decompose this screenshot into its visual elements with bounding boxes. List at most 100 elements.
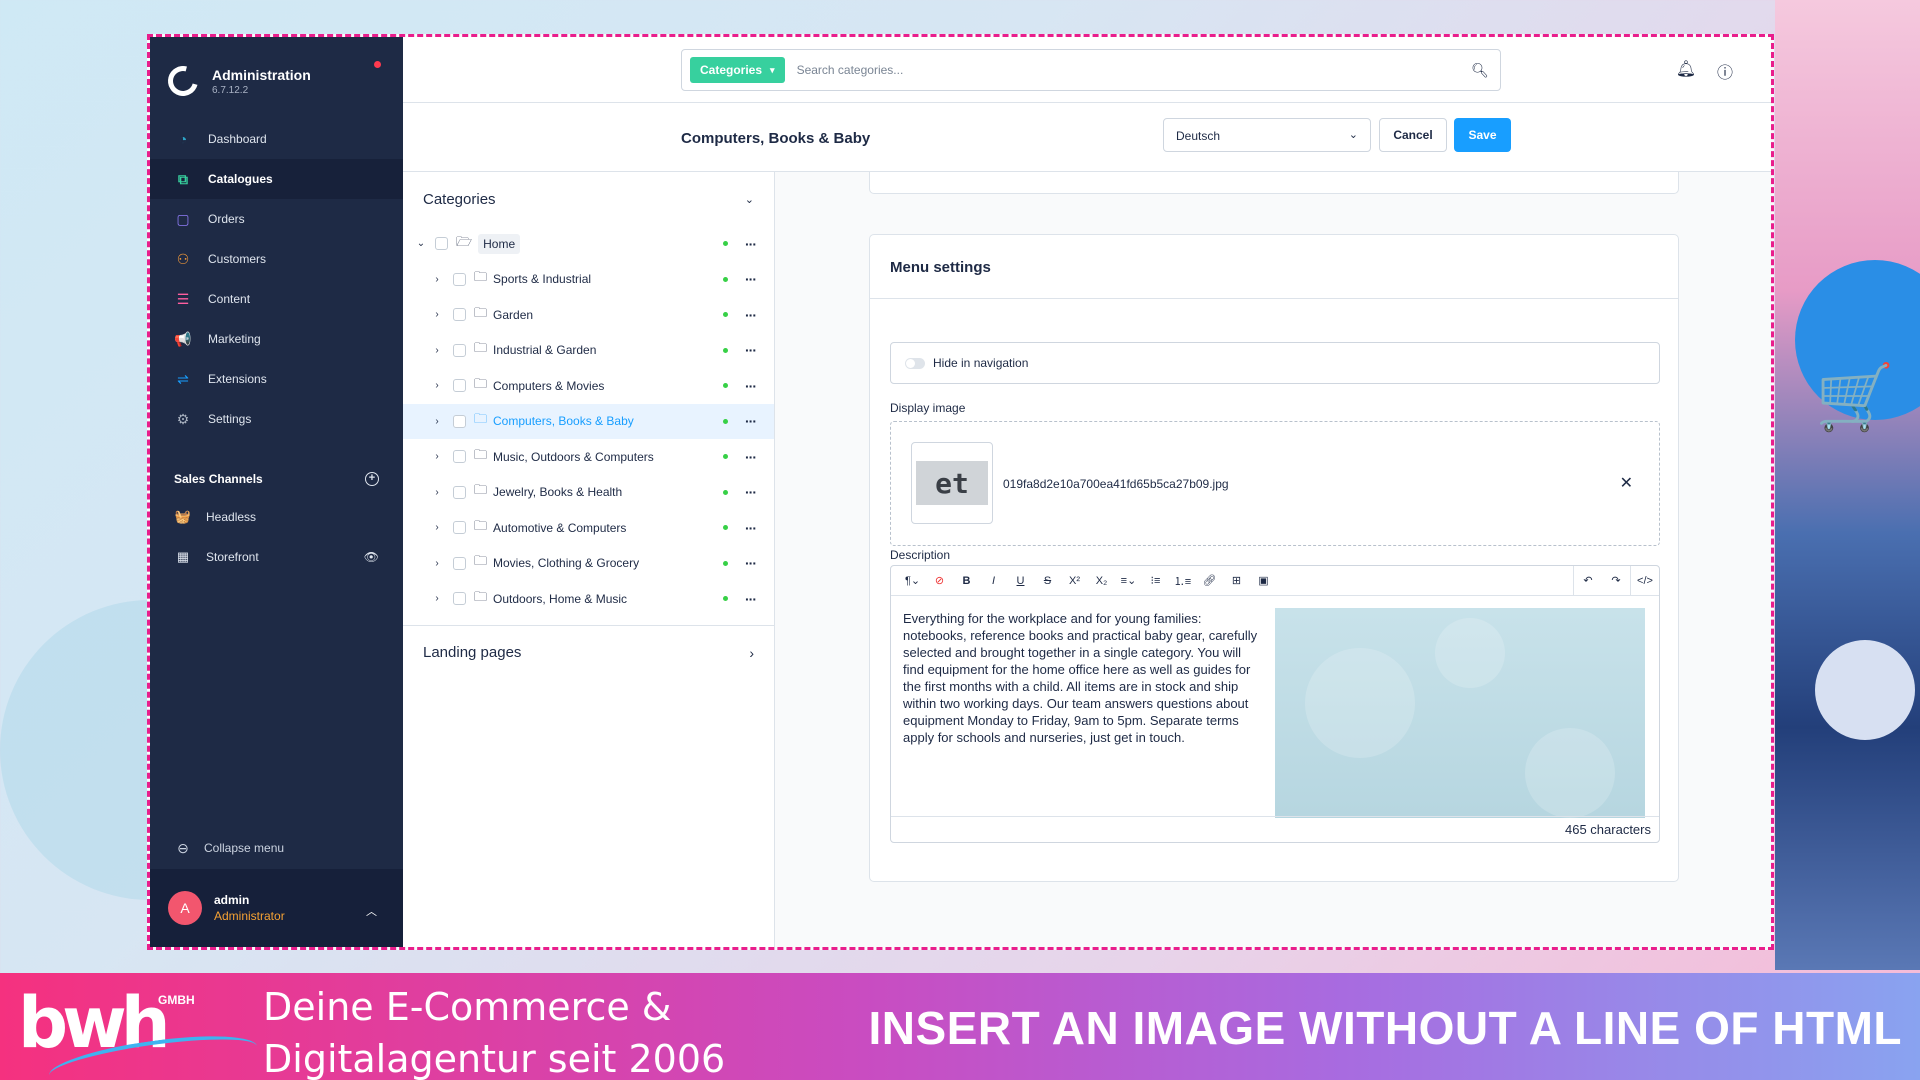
tree-row[interactable]: › 🗀 Industrial & Garden ··· — [403, 333, 774, 369]
nav-item-dashboard[interactable]: ◔ Dashboard — [150, 119, 403, 159]
chevron-right-icon[interactable]: › — [431, 593, 443, 604]
tree-row[interactable]: › 🗀 Jewelry, Books & Health ··· — [403, 475, 774, 511]
more-icon[interactable]: ··· — [745, 449, 757, 465]
chevron-down-icon[interactable]: ⌄ — [415, 238, 427, 249]
chevron-right-icon[interactable]: › — [431, 487, 443, 498]
top-bar: Categories ▾ 🔍︎ 🔔︎ ⓘ — [403, 37, 1771, 103]
more-icon[interactable]: ··· — [745, 484, 757, 500]
redo-icon[interactable]: ↷ — [1602, 574, 1630, 587]
chevron-right-icon[interactable]: › — [431, 380, 443, 391]
undo-icon[interactable]: ↶ — [1574, 574, 1602, 587]
extensions-icon: ⇌ — [177, 370, 189, 387]
display-image-upload[interactable]: et 019fa8d2e10a700ea41fd65b5ca27b09.jpg … — [890, 421, 1660, 546]
tree-row[interactable]: › 🗀 Movies, Clothing & Grocery ··· — [403, 546, 774, 582]
tree-checkbox[interactable] — [453, 414, 466, 428]
categories-heading[interactable]: Categories ⌄ — [403, 172, 774, 226]
help-icon[interactable]: ⓘ — [1717, 59, 1733, 83]
bell-icon[interactable]: 🔔︎ — [1676, 59, 1696, 79]
strikethrough-icon[interactable]: S — [1034, 575, 1061, 587]
nav-item-extensions[interactable]: ⇌ Extensions — [150, 359, 403, 399]
more-icon[interactable]: ··· — [745, 555, 757, 571]
more-icon[interactable]: ··· — [745, 591, 757, 607]
italic-icon[interactable]: I — [980, 575, 1007, 587]
nav-item-settings[interactable]: ⚙ Settings — [150, 399, 403, 439]
tree-checkbox[interactable] — [453, 308, 466, 322]
status-dot — [723, 347, 728, 353]
language-select[interactable]: Deutsch ⌄ — [1163, 118, 1371, 152]
tree-checkbox[interactable] — [453, 521, 466, 535]
more-icon[interactable]: ··· — [745, 271, 757, 287]
more-icon[interactable]: ··· — [745, 236, 757, 252]
tree-row[interactable]: › 🗀 Music, Outdoors & Computers ··· — [403, 439, 774, 475]
tree-row[interactable]: › 🗀 Outdoors, Home & Music ··· — [403, 581, 774, 617]
search-input[interactable] — [796, 63, 1460, 77]
sales-channel-headless[interactable]: 🧺 Headless — [150, 497, 403, 537]
image-filename: 019fa8d2e10a700ea41fd65b5ca27b09.jpg — [1003, 477, 1229, 491]
remove-image-icon[interactable]: ✕ — [1620, 473, 1633, 493]
categories-title: Categories — [423, 190, 496, 208]
tree-row[interactable]: › 🗀 Sports & Industrial ··· — [403, 262, 774, 298]
nav-item-content[interactable]: ☰ Content — [150, 279, 403, 319]
catalogues-icon: ⧉ — [178, 170, 188, 187]
tree-checkbox[interactable] — [453, 379, 466, 393]
cancel-button[interactable]: Cancel — [1379, 118, 1447, 152]
search-type-dropdown[interactable]: Categories ▾ — [690, 57, 785, 83]
numbered-list-icon[interactable]: ⒈≡ — [1169, 573, 1196, 589]
superscript-icon[interactable]: X² — [1061, 575, 1088, 587]
tree-row[interactable]: › 🗀 Computers & Movies ··· — [403, 368, 774, 404]
sales-channel-storefront[interactable]: ▦ Storefront 👁 — [150, 537, 403, 577]
tree-checkbox[interactable] — [453, 272, 466, 286]
tree-row-selected[interactable]: › 🗀 Computers, Books & Baby ··· — [403, 403, 774, 439]
tree-row[interactable]: › 🗀 Garden ··· — [403, 297, 774, 333]
tree-checkbox[interactable] — [453, 485, 466, 499]
more-icon[interactable]: ··· — [745, 342, 757, 358]
remove-format-icon[interactable]: ⊘ — [926, 574, 953, 587]
tree-checkbox[interactable] — [453, 343, 466, 357]
nav-item-catalogues[interactable]: ⧉ Catalogues — [150, 159, 403, 199]
add-sales-channel-icon[interactable]: + — [365, 472, 379, 486]
tree-checkbox[interactable] — [453, 450, 466, 464]
toggle-switch[interactable] — [905, 357, 925, 369]
editor-content[interactable]: Everything for the workplace and for you… — [891, 596, 1659, 818]
nav-item-orders[interactable]: ▢ Orders — [150, 199, 403, 239]
more-icon[interactable]: ··· — [745, 307, 757, 323]
chevron-right-icon[interactable]: › — [431, 416, 443, 427]
more-icon[interactable]: ··· — [745, 413, 757, 429]
save-button[interactable]: Save — [1454, 118, 1511, 152]
bullet-list-icon[interactable]: ⁝≡ — [1142, 574, 1169, 587]
eye-icon[interactable]: 👁 — [364, 550, 379, 564]
chevron-down-icon: ⌄ — [744, 193, 754, 206]
chevron-right-icon[interactable]: › — [431, 274, 443, 285]
tree-checkbox[interactable] — [435, 237, 448, 251]
landing-pages-heading[interactable]: Landing pages › — [403, 626, 774, 680]
folder-icon: 🗀 — [474, 411, 488, 427]
paragraph-format-icon[interactable]: ¶⌄ — [899, 574, 926, 587]
nav-item-customers[interactable]: ⚇ Customers — [150, 239, 403, 279]
table-icon[interactable]: ⊞ — [1223, 574, 1250, 587]
collapse-menu-button[interactable]: ⊖ Collapse menu — [174, 839, 284, 857]
align-icon[interactable]: ≡⌄ — [1115, 574, 1142, 587]
chevron-right-icon[interactable]: › — [431, 522, 443, 533]
image-icon[interactable]: ▣ — [1250, 574, 1277, 587]
underline-icon[interactable]: U — [1007, 575, 1034, 587]
chevron-right-icon[interactable]: › — [431, 309, 443, 320]
chevron-right-icon[interactable]: › — [431, 345, 443, 356]
tree-row[interactable]: › 🗀 Automotive & Computers ··· — [403, 510, 774, 546]
status-dot — [723, 454, 728, 460]
chevron-right-icon[interactable]: › — [431, 451, 443, 462]
tree-checkbox[interactable] — [453, 592, 466, 606]
more-icon[interactable]: ··· — [745, 520, 757, 536]
link-icon[interactable]: 🔗︎ — [1196, 574, 1223, 587]
more-icon[interactable]: ··· — [745, 378, 757, 394]
search-icon[interactable]: 🔍︎ — [1460, 62, 1500, 79]
chevron-right-icon[interactable]: › — [431, 558, 443, 569]
nav-item-marketing[interactable]: 📢 Marketing — [150, 319, 403, 359]
bold-icon[interactable]: B — [953, 575, 980, 587]
inserted-image[interactable] — [1275, 608, 1645, 818]
tree-checkbox[interactable] — [453, 556, 466, 570]
tree-row-home[interactable]: ⌄ 🗁 Home ··· — [403, 226, 774, 262]
subscript-icon[interactable]: X₂ — [1088, 575, 1115, 587]
user-menu[interactable]: A admin Administrator ︿ — [150, 869, 403, 947]
hide-in-navigation-toggle[interactable]: Hide in navigation — [890, 342, 1660, 384]
code-view-icon[interactable]: </> — [1631, 575, 1659, 587]
